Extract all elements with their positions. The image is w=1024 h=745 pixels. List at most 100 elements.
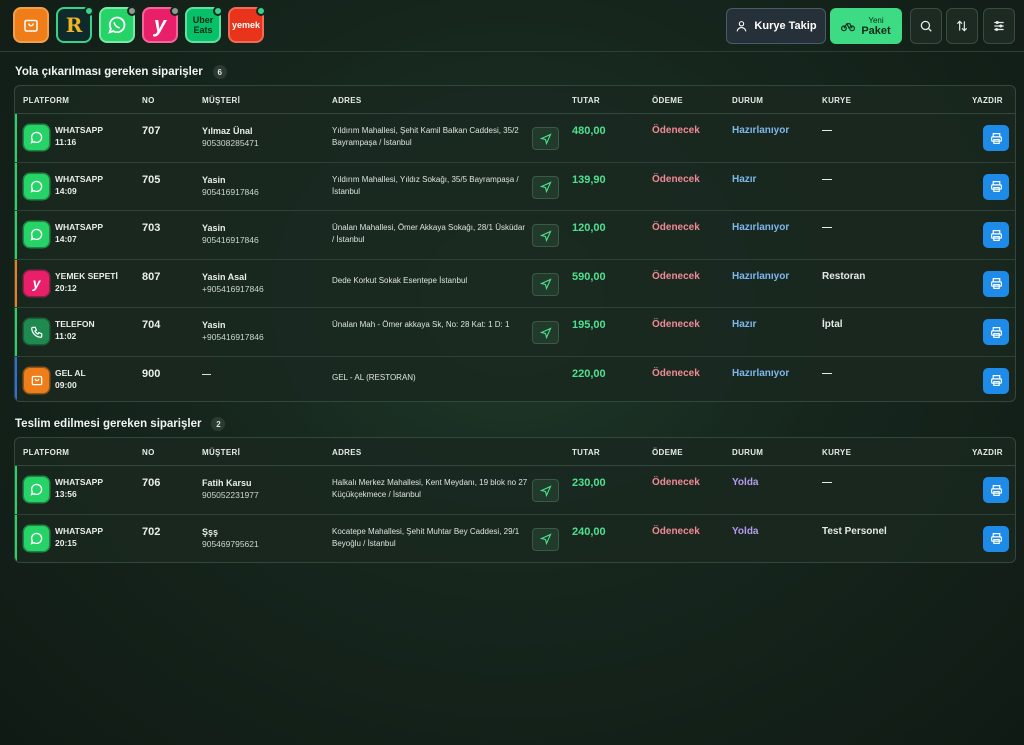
order-number: 702 bbox=[142, 525, 161, 538]
order-time: 14:07 bbox=[55, 234, 77, 244]
customer-name: Yasin bbox=[202, 174, 226, 185]
order-time: 13:56 bbox=[55, 489, 77, 499]
platform-name: YEMEK SEPETİ bbox=[55, 270, 118, 281]
platform-info: WHATSAPP 13:56 bbox=[55, 476, 103, 500]
sort-button[interactable] bbox=[946, 8, 978, 44]
section-title-text: Teslim edilmesi gereken siparişler bbox=[15, 418, 202, 430]
navigate-button[interactable] bbox=[532, 175, 559, 199]
customer-name: Fatih Karsu bbox=[202, 478, 252, 488]
filter-button[interactable] bbox=[983, 8, 1015, 44]
order-status: Hazırlanıyor bbox=[732, 367, 790, 379]
navigate-button[interactable] bbox=[532, 479, 559, 502]
platform-info: WHATSAPP 11:16 bbox=[55, 124, 103, 148]
gel-al-platform-button[interactable] bbox=[13, 7, 49, 43]
ubereats-platform-button[interactable]: Uber Eats bbox=[185, 6, 223, 43]
customer: Yasin Asal +905416917846 bbox=[202, 271, 264, 295]
header-musteri: MÜŞTERİ bbox=[202, 448, 241, 457]
bicycle-icon bbox=[841, 23, 856, 32]
printer-icon bbox=[990, 326, 1002, 338]
platform-color-bar bbox=[15, 211, 17, 259]
print-button[interactable] bbox=[983, 173, 1009, 200]
header-durum: DURUM bbox=[732, 448, 764, 457]
table-row[interactable]: WHATSAPP 14:07 703 Yasin 905416917846 Ünalan … bbox=[15, 211, 1015, 260]
order-status: Yolda bbox=[732, 477, 759, 488]
table-row[interactable]: TELEFON 11:02 704 Yasin +905416917846 Ünalan … bbox=[15, 308, 1015, 357]
header-tutar: TUTAR bbox=[572, 96, 601, 105]
ubereats-label-top: Uber bbox=[192, 15, 214, 25]
order-status: Hazırlanıyor bbox=[732, 270, 790, 282]
whatsapp-icon bbox=[30, 180, 43, 193]
platform-badge bbox=[24, 525, 49, 551]
order-number: 807 bbox=[142, 270, 161, 283]
table-row[interactable]: WHATSAPP 14:09 705 Yasin 905416917846 Yıldırı… bbox=[15, 162, 1015, 211]
yeni-paket-button[interactable]: Yeni Paket bbox=[830, 8, 902, 44]
navigation-arrow-icon bbox=[539, 181, 552, 193]
platform-color-bar bbox=[15, 162, 17, 210]
order-number: 703 bbox=[142, 222, 161, 234]
navigate-button[interactable] bbox=[532, 321, 559, 344]
platform-badge bbox=[24, 125, 49, 150]
print-button[interactable] bbox=[983, 125, 1009, 151]
print-button[interactable] bbox=[983, 222, 1009, 248]
status-dot bbox=[127, 6, 137, 16]
printer-icon bbox=[990, 278, 1002, 289]
courier: — bbox=[822, 173, 832, 185]
section-count-badge: 6 bbox=[212, 65, 227, 79]
navigate-button[interactable] bbox=[532, 224, 559, 247]
r-app-platform-button[interactable]: R bbox=[56, 6, 94, 43]
whatsapp-platform-button[interactable] bbox=[99, 6, 137, 43]
courier-icon bbox=[737, 20, 747, 31]
table-row[interactable]: WHATSAPP 13:56 706 Fatih Karsu 905052231977 H… bbox=[15, 466, 1015, 515]
print-button[interactable] bbox=[983, 477, 1009, 503]
order-status: Hazırlanıyor bbox=[732, 222, 790, 233]
platform-name: WHATSAPP bbox=[55, 173, 104, 184]
yemeksepeti-platform-button[interactable]: y bbox=[142, 6, 180, 43]
payment-status: Ödenecek bbox=[652, 319, 700, 330]
kurye-takip-label: Kurye Takip bbox=[754, 20, 817, 32]
platform-info: YEMEK SEPETİ 20:12 bbox=[55, 270, 118, 294]
payment-status: Ödenecek bbox=[652, 125, 700, 136]
payment-status: Ödenecek bbox=[652, 525, 700, 537]
customer: Yılmaz Ünal 905308285471 bbox=[202, 125, 259, 149]
table-row[interactable]: GEL AL 09:00 900 — GEL - AL (RESTORAN) 220,00… bbox=[15, 356, 1015, 401]
table-row[interactable]: y YEMEK SEPETİ 20:12 807 Yasin Asal +90541691… bbox=[15, 259, 1015, 308]
print-button[interactable] bbox=[983, 270, 1009, 297]
yemek-platform-button[interactable]: yemek bbox=[228, 6, 266, 43]
paket-label: Paket bbox=[861, 25, 891, 37]
payment-status: Ödenecek bbox=[652, 367, 700, 379]
platform-name: WHATSAPP bbox=[55, 222, 104, 232]
navigation-arrow-icon bbox=[539, 229, 552, 242]
bag-icon bbox=[31, 375, 42, 386]
table-row[interactable]: WHATSAPP 11:16 707 Yılmaz Ünal 905308285471 Y… bbox=[15, 114, 1015, 163]
print-button[interactable] bbox=[983, 319, 1009, 345]
customer-name: Şşş bbox=[202, 526, 219, 537]
table-row[interactable]: WHATSAPP 20:15 702 Şşş 905469795621 Kocatepe … bbox=[15, 514, 1015, 562]
print-button[interactable] bbox=[983, 525, 1009, 552]
navigation-arrow-icon bbox=[539, 533, 552, 545]
platform-info: GEL AL 09:00 bbox=[55, 367, 86, 391]
order-time: 14:09 bbox=[55, 185, 77, 196]
printer-icon bbox=[990, 132, 1002, 144]
order-status: Yolda bbox=[732, 525, 759, 537]
search-button[interactable] bbox=[910, 8, 942, 44]
status-dot bbox=[170, 6, 180, 16]
customer-name: Yasin bbox=[202, 320, 226, 330]
header-kurye: KURYE bbox=[822, 448, 852, 457]
kurye-takip-button[interactable]: Kurye Takip bbox=[726, 8, 826, 44]
address: Yıldırım Mahallesi, Şehit Kamil Balkan C… bbox=[332, 126, 519, 147]
customer-phone: 905469795621 bbox=[202, 538, 259, 549]
platform-badge bbox=[24, 222, 49, 247]
order-number: 900 bbox=[142, 367, 161, 380]
header-platform: PLATFORM bbox=[23, 96, 70, 105]
order-total: 120,00 bbox=[572, 222, 606, 234]
platform-badge bbox=[24, 477, 49, 502]
order-total: 480,00 bbox=[572, 125, 606, 137]
print-button[interactable] bbox=[983, 367, 1009, 394]
courier: Test Personel bbox=[822, 525, 887, 537]
order-number: 706 bbox=[142, 477, 161, 489]
header-adres: ADRES bbox=[332, 448, 362, 457]
platform-color-bar bbox=[15, 514, 17, 562]
navigate-button[interactable] bbox=[532, 272, 559, 296]
navigate-button[interactable] bbox=[532, 527, 559, 551]
navigate-button[interactable] bbox=[532, 127, 559, 150]
